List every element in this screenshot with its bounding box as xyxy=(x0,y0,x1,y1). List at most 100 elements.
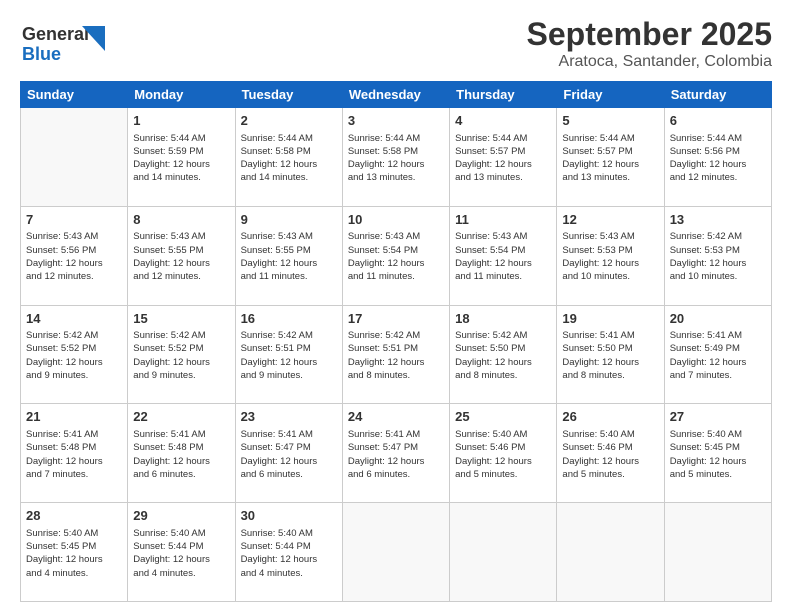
day-info: Sunrise: 5:44 AM Sunset: 5:58 PM Dayligh… xyxy=(241,132,337,185)
calendar-cell: 20Sunrise: 5:41 AM Sunset: 5:49 PM Dayli… xyxy=(664,305,771,404)
day-number: 18 xyxy=(455,310,551,328)
week-row-3: 14Sunrise: 5:42 AM Sunset: 5:52 PM Dayli… xyxy=(21,305,772,404)
calendar-cell: 11Sunrise: 5:43 AM Sunset: 5:54 PM Dayli… xyxy=(450,206,557,305)
day-number: 7 xyxy=(26,211,122,229)
day-number: 11 xyxy=(455,211,551,229)
weekday-sunday: Sunday xyxy=(21,82,128,108)
calendar-cell: 4 Sunrise: 5:44 AM Sunset: 5:57 PM Daylig… xyxy=(450,108,557,207)
calendar-cell: 14Sunrise: 5:42 AM Sunset: 5:52 PM Dayli… xyxy=(21,305,128,404)
day-number: 20 xyxy=(670,310,766,328)
calendar-cell: 28Sunrise: 5:40 AM Sunset: 5:45 PM Dayli… xyxy=(21,503,128,602)
weekday-tuesday: Tuesday xyxy=(235,82,342,108)
page: General Blue September 2025 Aratoca, San… xyxy=(0,0,792,612)
calendar-cell: 21 Sunrise: 5:41 AM Sunset: 5:48 PM Dayli… xyxy=(21,404,128,503)
day-number: 29 xyxy=(133,507,229,525)
day-info: Sunrise: 5:42 AM Sunset: 5:53 PM Dayligh… xyxy=(670,230,766,283)
svg-text:General: General xyxy=(22,24,89,44)
calendar-cell: 6Sunrise: 5:44 AM Sunset: 5:56 PM Daylig… xyxy=(664,108,771,207)
svg-text:Blue: Blue xyxy=(22,44,61,64)
day-number: 4 xyxy=(455,112,551,130)
header: General Blue September 2025 Aratoca, San… xyxy=(20,16,772,71)
day-number: 19 xyxy=(562,310,658,328)
day-number: 16 xyxy=(241,310,337,328)
day-number: 23 xyxy=(241,408,337,426)
calendar-cell: 13Sunrise: 5:42 AM Sunset: 5:53 PM Dayli… xyxy=(664,206,771,305)
day-number: 17 xyxy=(348,310,444,328)
day-number: 1 xyxy=(133,112,229,130)
calendar-cell: 18Sunrise: 5:42 AM Sunset: 5:50 PM Dayli… xyxy=(450,305,557,404)
weekday-saturday: Saturday xyxy=(664,82,771,108)
day-info: Sunrise: 5:41 AM Sunset: 5:47 PM Dayligh… xyxy=(348,428,444,481)
day-number: 28 xyxy=(26,507,122,525)
weekday-thursday: Thursday xyxy=(450,82,557,108)
calendar-cell xyxy=(664,503,771,602)
calendar-cell: 24 Sunrise: 5:41 AM Sunset: 5:47 PM Dayli… xyxy=(342,404,449,503)
day-number: 6 xyxy=(670,112,766,130)
week-row-4: 21 Sunrise: 5:41 AM Sunset: 5:48 PM Dayli… xyxy=(21,404,772,503)
day-info: Sunrise: 5:42 AM Sunset: 5:52 PM Dayligh… xyxy=(133,329,229,382)
day-number: 8 xyxy=(133,211,229,229)
day-info: Sunrise: 5:41 AM Sunset: 5:47 PM Dayligh… xyxy=(241,428,337,481)
day-info: Sunrise: 5:44 AM Sunset: 5:57 PM Dayligh… xyxy=(562,132,658,185)
calendar-cell: 7Sunrise: 5:43 AM Sunset: 5:56 PM Daylig… xyxy=(21,206,128,305)
logo: General Blue xyxy=(20,16,105,68)
day-number: 21 xyxy=(26,408,122,426)
day-number: 5 xyxy=(562,112,658,130)
title-block: September 2025 Aratoca, Santander, Colom… xyxy=(527,16,772,71)
day-number: 15 xyxy=(133,310,229,328)
day-info: Sunrise: 5:42 AM Sunset: 5:51 PM Dayligh… xyxy=(241,329,337,382)
calendar-cell xyxy=(342,503,449,602)
calendar-cell: 16Sunrise: 5:42 AM Sunset: 5:51 PM Dayli… xyxy=(235,305,342,404)
day-info: Sunrise: 5:42 AM Sunset: 5:50 PM Dayligh… xyxy=(455,329,551,382)
day-info: Sunrise: 5:44 AM Sunset: 5:58 PM Dayligh… xyxy=(348,132,444,185)
day-number: 14 xyxy=(26,310,122,328)
day-number: 22 xyxy=(133,408,229,426)
calendar-cell: 2 Sunrise: 5:44 AM Sunset: 5:58 PM Daylig… xyxy=(235,108,342,207)
calendar-cell: 30Sunrise: 5:40 AM Sunset: 5:44 PM Dayli… xyxy=(235,503,342,602)
day-number: 13 xyxy=(670,211,766,229)
calendar-cell: 23 Sunrise: 5:41 AM Sunset: 5:47 PM Dayli… xyxy=(235,404,342,503)
calendar-cell: 10Sunrise: 5:43 AM Sunset: 5:54 PM Dayli… xyxy=(342,206,449,305)
day-info: Sunrise: 5:40 AM Sunset: 5:46 PM Dayligh… xyxy=(562,428,658,481)
day-info: Sunrise: 5:42 AM Sunset: 5:52 PM Dayligh… xyxy=(26,329,122,382)
day-info: Sunrise: 5:40 AM Sunset: 5:44 PM Dayligh… xyxy=(241,527,337,580)
day-info: Sunrise: 5:43 AM Sunset: 5:55 PM Dayligh… xyxy=(241,230,337,283)
day-info: Sunrise: 5:40 AM Sunset: 5:46 PM Dayligh… xyxy=(455,428,551,481)
week-row-5: 28Sunrise: 5:40 AM Sunset: 5:45 PM Dayli… xyxy=(21,503,772,602)
day-number: 25 xyxy=(455,408,551,426)
calendar-cell: 17Sunrise: 5:42 AM Sunset: 5:51 PM Dayli… xyxy=(342,305,449,404)
calendar-cell xyxy=(450,503,557,602)
weekday-wednesday: Wednesday xyxy=(342,82,449,108)
logo-svg: General Blue xyxy=(20,16,105,68)
day-info: Sunrise: 5:41 AM Sunset: 5:50 PM Dayligh… xyxy=(562,329,658,382)
calendar-cell: 9Sunrise: 5:43 AM Sunset: 5:55 PM Daylig… xyxy=(235,206,342,305)
day-info: Sunrise: 5:43 AM Sunset: 5:53 PM Dayligh… xyxy=(562,230,658,283)
day-info: Sunrise: 5:44 AM Sunset: 5:57 PM Dayligh… xyxy=(455,132,551,185)
day-number: 2 xyxy=(241,112,337,130)
calendar-table: SundayMondayTuesdayWednesdayThursdayFrid… xyxy=(20,81,772,602)
day-info: Sunrise: 5:41 AM Sunset: 5:49 PM Dayligh… xyxy=(670,329,766,382)
day-info: Sunrise: 5:43 AM Sunset: 5:54 PM Dayligh… xyxy=(455,230,551,283)
day-info: Sunrise: 5:44 AM Sunset: 5:59 PM Dayligh… xyxy=(133,132,229,185)
day-number: 9 xyxy=(241,211,337,229)
day-number: 24 xyxy=(348,408,444,426)
day-info: Sunrise: 5:40 AM Sunset: 5:45 PM Dayligh… xyxy=(670,428,766,481)
calendar-cell: 15Sunrise: 5:42 AM Sunset: 5:52 PM Dayli… xyxy=(128,305,235,404)
day-info: Sunrise: 5:43 AM Sunset: 5:55 PM Dayligh… xyxy=(133,230,229,283)
day-info: Sunrise: 5:43 AM Sunset: 5:54 PM Dayligh… xyxy=(348,230,444,283)
day-info: Sunrise: 5:41 AM Sunset: 5:48 PM Dayligh… xyxy=(133,428,229,481)
day-number: 10 xyxy=(348,211,444,229)
calendar-cell: 12Sunrise: 5:43 AM Sunset: 5:53 PM Dayli… xyxy=(557,206,664,305)
day-info: Sunrise: 5:41 AM Sunset: 5:48 PM Dayligh… xyxy=(26,428,122,481)
weekday-friday: Friday xyxy=(557,82,664,108)
calendar-cell: 8Sunrise: 5:43 AM Sunset: 5:55 PM Daylig… xyxy=(128,206,235,305)
day-number: 26 xyxy=(562,408,658,426)
calendar-cell: 29Sunrise: 5:40 AM Sunset: 5:44 PM Dayli… xyxy=(128,503,235,602)
day-info: Sunrise: 5:42 AM Sunset: 5:51 PM Dayligh… xyxy=(348,329,444,382)
calendar-cell: 3Sunrise: 5:44 AM Sunset: 5:58 PM Daylig… xyxy=(342,108,449,207)
calendar-cell: 26 Sunrise: 5:40 AM Sunset: 5:46 PM Dayli… xyxy=(557,404,664,503)
calendar-cell: 27Sunrise: 5:40 AM Sunset: 5:45 PM Dayli… xyxy=(664,404,771,503)
calendar-cell xyxy=(21,108,128,207)
calendar-title: September 2025 xyxy=(527,16,772,53)
week-row-1: 1 Sunrise: 5:44 AM Sunset: 5:59 PM Daylig… xyxy=(21,108,772,207)
